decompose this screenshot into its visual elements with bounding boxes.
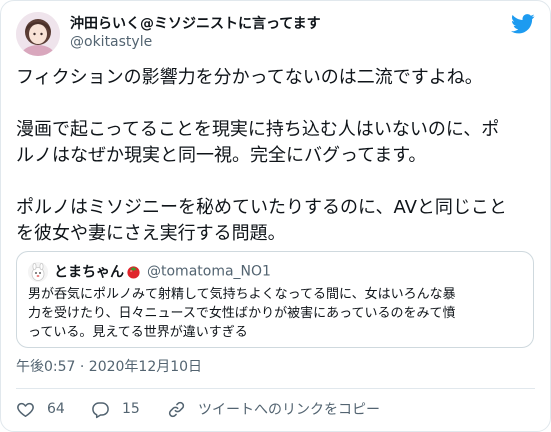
quoted-tweet[interactable]: とまちゃん @tomatoma_NO1 男が呑気にポルノみて射精して気持ちよくな… <box>16 251 534 348</box>
reply-count: 15 <box>122 401 140 417</box>
like-count: 64 <box>47 401 65 417</box>
quoted-tweet-body: 男が呑気にポルノみて射精して気持ちよくなってる間に、女はいろんな暴 力を受けたり… <box>28 287 456 340</box>
divider <box>16 388 535 389</box>
copy-link-label: ツイートへのリンクをコピー <box>198 402 380 418</box>
copy-link-button[interactable]: ツイートへのリンクをコピー <box>167 398 380 420</box>
heart-icon <box>17 402 34 417</box>
author-names: 沖田らいく@ミソジニストに言ってます @okitastyle <box>70 15 495 51</box>
tweet-body: フィクションの影響力を分かってないのは二流ですよね。 漫画で起こってることを現実… <box>16 65 535 247</box>
quoted-author-handle: @tomatoma_NO1 <box>147 263 271 280</box>
link-icon <box>168 401 185 417</box>
tweet-card: 沖田らいく@ミソジニストに言ってます @okitastyle フィクションの影響… <box>0 0 551 432</box>
twitter-bird-icon[interactable] <box>511 14 535 34</box>
tomato-emoji-icon <box>127 266 140 279</box>
quoted-tweet-header: とまちゃん @tomatoma_NO1 <box>28 261 523 282</box>
quoted-author-avatar <box>28 261 48 282</box>
like-button[interactable]: 64 <box>16 398 65 420</box>
tweet-timestamp[interactable]: 午後0:57 · 2020年12月10日 <box>16 357 202 377</box>
quoted-author-display-name: とまちゃん <box>54 264 124 281</box>
quoted-tweet-text: 男が呑気にポルノみて射精して気持ちよくなってる間に、女はいろんな暴 力を受けたり… <box>28 285 523 342</box>
tweet-paragraph: フィクションの影響力を分かってないのは二流ですよね。 <box>16 67 483 88</box>
tweet-actions: 64 15 ツイートへのリンクをコピー <box>16 398 535 420</box>
author-handle[interactable]: @okitastyle <box>70 33 495 51</box>
author-display-name[interactable]: 沖田らいく@ミソジニストに言ってます <box>70 15 495 33</box>
author-avatar[interactable] <box>16 12 60 56</box>
tweet-header: 沖田らいく@ミソジニストに言ってます @okitastyle <box>16 12 535 56</box>
quoted-avatar-illustration <box>28 261 48 282</box>
tweet-paragraph: ポルノはミソジニーを秘めていたりするのに、AVと同じこと を彼女や妻にさえ実行す… <box>16 197 507 244</box>
tweet-paragraph: 漫画で起こってることを現実に持ち込む人はいないのに、ポ ルノはなぜか現実と同一視… <box>16 119 500 166</box>
reply-button[interactable]: 15 <box>91 398 140 420</box>
author-avatar-illustration <box>16 12 60 56</box>
reply-icon <box>92 401 109 418</box>
